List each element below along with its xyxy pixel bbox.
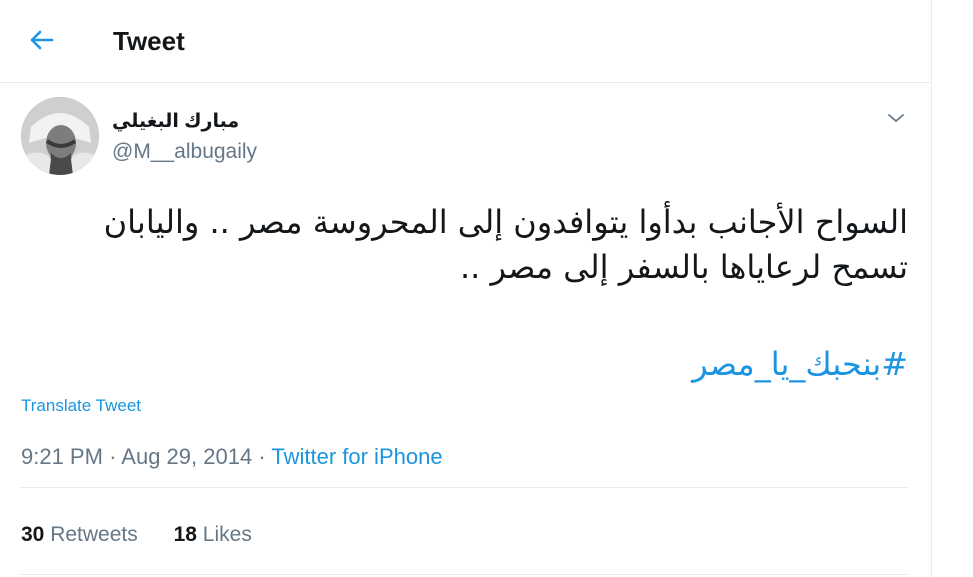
- hashtag-link[interactable]: #بنحبك_يا_مصر: [20, 343, 908, 385]
- page-gutter: [932, 0, 973, 577]
- likes-label: Likes: [202, 523, 252, 546]
- likes-count: 18: [173, 523, 197, 546]
- author-handle[interactable]: @M__albugaily: [112, 140, 257, 164]
- divider: [20, 574, 908, 575]
- retweets-label: Retweets: [50, 523, 138, 546]
- chevron-down-icon: [888, 114, 904, 122]
- translate-tweet-link[interactable]: Translate Tweet: [21, 396, 141, 416]
- tweet-text-line: تسمح لرعاياها بالسفر إلى مصر ..: [460, 248, 908, 286]
- arrow-left-icon: [30, 30, 54, 50]
- tweet-date[interactable]: Aug 29, 2014: [121, 444, 252, 469]
- tweet-time[interactable]: 9:21 PM: [21, 444, 103, 469]
- tweet-page: Tweet مبارك البغيلي @M__albugaily السواح…: [0, 0, 932, 577]
- back-button[interactable]: [22, 20, 62, 60]
- author-name[interactable]: مبارك البغيلي: [112, 110, 239, 134]
- likes-stat[interactable]: 18 Likes: [174, 523, 252, 546]
- divider: [20, 487, 908, 488]
- tweet-source-link[interactable]: Twitter for iPhone: [271, 444, 442, 469]
- tweet-text-line: السواح الأجانب بدأوا يتوافدون إلى المحرو…: [103, 203, 908, 241]
- page-header: Tweet: [0, 0, 931, 83]
- retweets-stat[interactable]: 30 Retweets: [21, 523, 138, 546]
- avatar[interactable]: [21, 97, 99, 175]
- meta-separator: ·: [258, 444, 266, 469]
- page-title: Tweet: [113, 26, 185, 56]
- tweet-text: السواح الأجانب بدأوا يتوافدون إلى المحرو…: [20, 200, 908, 290]
- retweets-count: 30: [21, 523, 45, 546]
- meta-separator: ·: [109, 444, 117, 469]
- tweet-metadata: 9:21 PM · Aug 29, 2014 · Twitter for iPh…: [21, 444, 443, 470]
- tweet-menu-button[interactable]: [883, 106, 909, 130]
- avatar-image: [21, 97, 99, 175]
- engagement-stats: 30 Retweets 18 Likes: [21, 523, 282, 547]
